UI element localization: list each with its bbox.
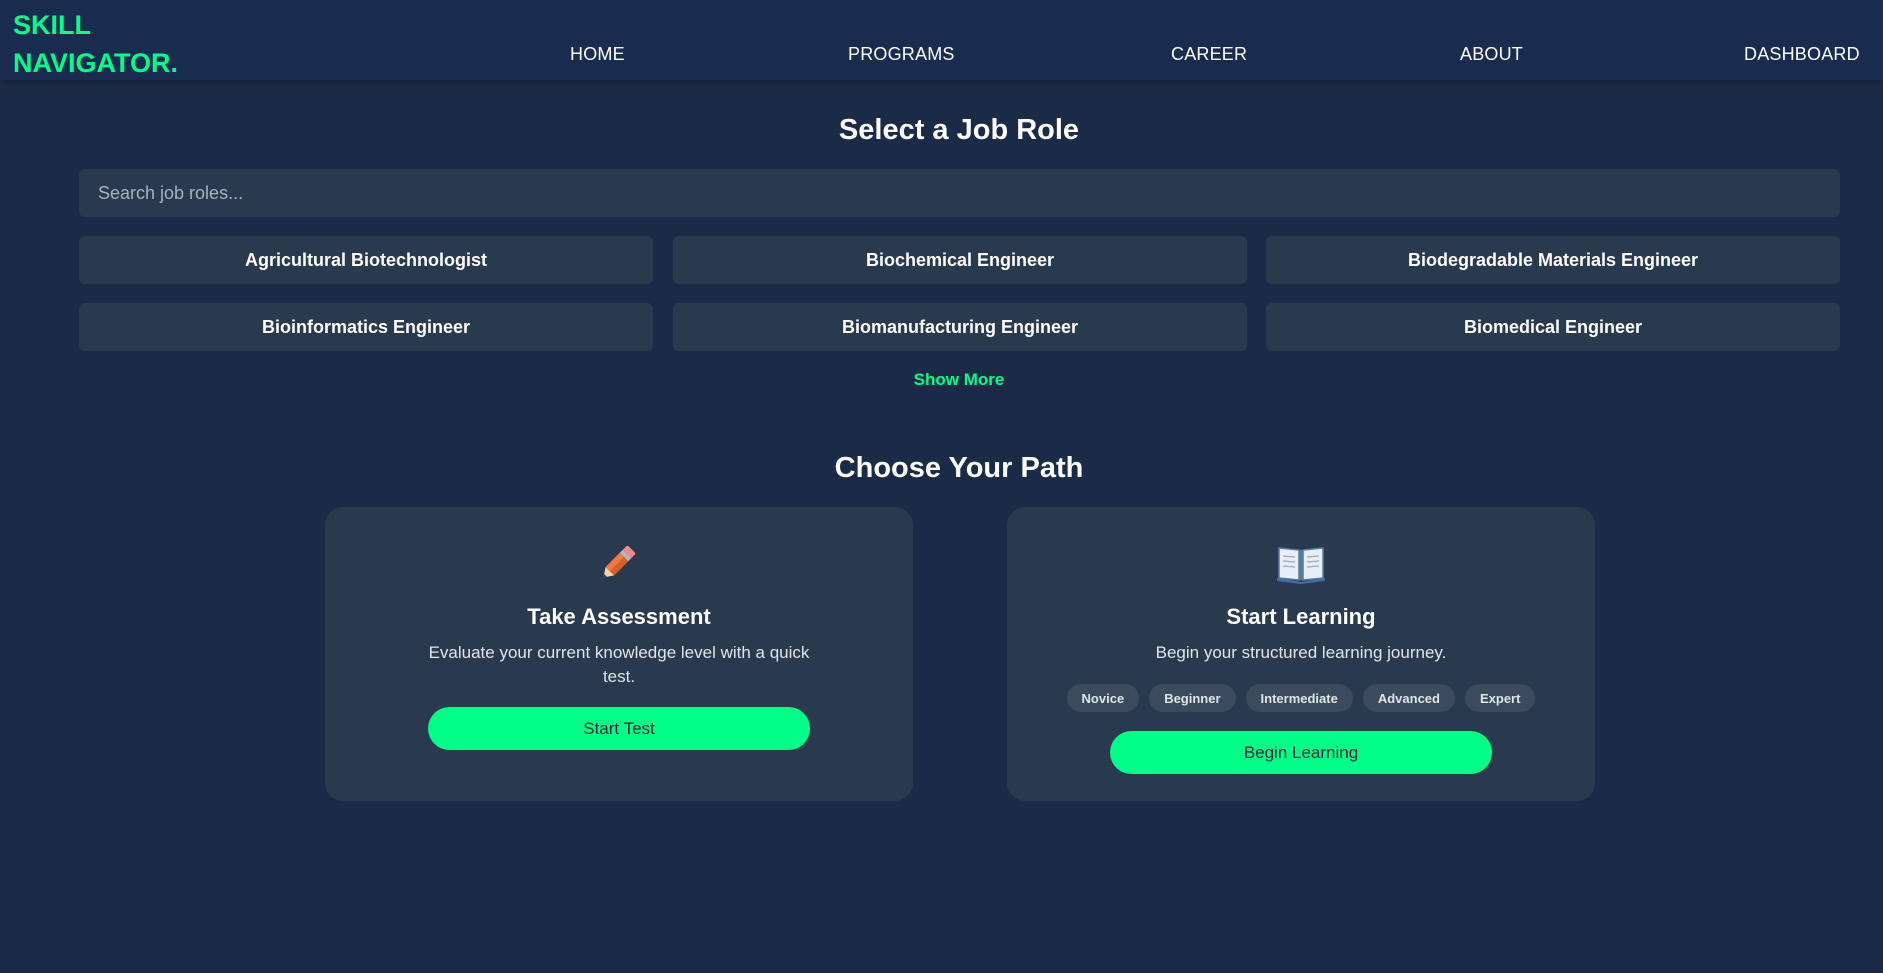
- role-button-bioinformatics-engineer[interactable]: Bioinformatics Engineer: [79, 303, 653, 351]
- nav-about-link[interactable]: ABOUT: [1460, 44, 1523, 65]
- assessment-card: Take Assessment Evaluate your current kn…: [325, 507, 913, 801]
- level-chip-expert[interactable]: Expert: [1464, 684, 1536, 712]
- learning-card-title: Start Learning: [1226, 604, 1376, 629]
- role-button-biomedical-engineer[interactable]: Biomedical Engineer: [1266, 303, 1840, 351]
- level-chip-advanced[interactable]: Advanced: [1362, 684, 1455, 712]
- role-button-biomanufacturing-engineer[interactable]: Biomanufacturing Engineer: [673, 303, 1247, 351]
- nav-career-link[interactable]: CAREER: [1171, 44, 1247, 65]
- top-navbar: SKILL NAVIGATOR. HOME PROGRAMS CAREER AB…: [0, 0, 1883, 80]
- brand-line-1: SKILL: [13, 10, 91, 40]
- job-role-title: Select a Job Role: [838, 114, 1080, 146]
- level-chip-intermediate[interactable]: Intermediate: [1245, 684, 1353, 712]
- open-book-icon: [1007, 537, 1595, 587]
- brand-line-2: NAVIGATOR.: [13, 48, 179, 78]
- pencil-icon: [325, 537, 913, 587]
- nav-dashboard-link[interactable]: DASHBOARD: [1744, 44, 1860, 65]
- level-chip-novice[interactable]: Novice: [1066, 684, 1140, 712]
- choose-path-title: Choose Your Path: [834, 452, 1084, 484]
- brand-logo[interactable]: SKILL NAVIGATOR.: [13, 6, 178, 82]
- role-button-biochemical-engineer[interactable]: Biochemical Engineer: [673, 236, 1247, 284]
- job-role-search-input[interactable]: [79, 169, 1840, 217]
- level-chip-beginner[interactable]: Beginner: [1149, 684, 1236, 712]
- role-button-biodegradable-materials-engineer[interactable]: Biodegradable Materials Engineer: [1266, 236, 1840, 284]
- assessment-card-description: Evaluate your current knowledge level wi…: [428, 643, 810, 686]
- learning-card-description: Begin your structured learning journey.: [1155, 643, 1447, 662]
- nav-programs-link[interactable]: PROGRAMS: [848, 44, 955, 65]
- start-test-button[interactable]: Start Test: [428, 707, 810, 750]
- assessment-card-title: Take Assessment: [527, 604, 711, 629]
- show-more-button[interactable]: Show More: [0, 370, 1883, 390]
- nav-home-link[interactable]: HOME: [570, 44, 625, 65]
- begin-learning-button[interactable]: Begin Learning: [1110, 731, 1492, 774]
- level-chips: Novice Beginner Intermediate Advanced Ex…: [1007, 684, 1595, 712]
- role-button-agricultural-biotechnologist[interactable]: Agricultural Biotechnologist: [79, 236, 653, 284]
- learning-card: Start Learning Begin your structured lea…: [1007, 507, 1595, 801]
